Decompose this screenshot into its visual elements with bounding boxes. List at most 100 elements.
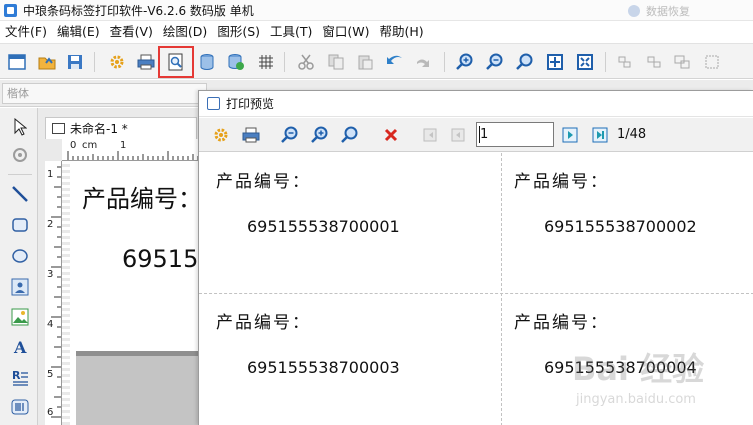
menu-tools[interactable]: 工具(T): [265, 21, 317, 43]
new-icon[interactable]: [4, 49, 30, 75]
zoom-fit-icon[interactable]: [512, 49, 538, 75]
ruler-label: 1: [120, 140, 127, 151]
select-arrow-icon[interactable]: [9, 116, 30, 137]
preview-label-text: 产品编号：: [514, 313, 609, 333]
print-preview-window: 打印预览 1 1/48 产品编号： 695155538700001 产品编号： …: [198, 90, 753, 425]
document-tab-label: 未命名-1 *: [70, 122, 128, 136]
next-page-icon[interactable]: [558, 123, 582, 147]
print-settings-icon[interactable]: [209, 123, 233, 147]
ruler-label: 3: [47, 269, 54, 280]
window-title: 中琅条码标签打印软件-V6.2.6 数码版 单机: [23, 3, 254, 18]
paste-icon[interactable]: [352, 49, 378, 75]
zoom-reset-icon[interactable]: [338, 123, 362, 147]
previous-page-icon[interactable]: [446, 123, 470, 147]
zoom-in-icon[interactable]: [308, 123, 332, 147]
ellipse-icon[interactable]: [9, 245, 30, 266]
canvas-text-label[interactable]: 产品编号：: [82, 179, 202, 214]
svg-text:A: A: [13, 338, 27, 356]
preview-label-value: 695155538700003: [247, 358, 400, 377]
document-icon: [52, 123, 65, 134]
zoom-out-icon[interactable]: [278, 123, 302, 147]
zoom-out-icon[interactable]: [482, 49, 508, 75]
close-preview-icon[interactable]: [379, 123, 403, 147]
rotate-icon[interactable]: [9, 144, 30, 165]
redo-icon[interactable]: [411, 49, 437, 75]
document-tab[interactable]: 未命名-1 *: [45, 117, 197, 139]
preview-window-icon: [207, 97, 220, 110]
ruler-label: 2: [47, 219, 54, 230]
label-divider-horizontal: [199, 293, 753, 294]
zoom-page-icon[interactable]: [542, 49, 568, 75]
ruler-label: 1: [47, 169, 54, 180]
preview-label-value: 695155538700001: [247, 217, 400, 236]
menu-shape[interactable]: 图形(S): [212, 21, 265, 43]
page-number-input[interactable]: 1: [476, 122, 554, 147]
menu-window[interactable]: 窗口(W): [317, 21, 374, 43]
last-page-icon[interactable]: [588, 123, 612, 147]
rectangle-icon[interactable]: [9, 214, 30, 235]
ruler-label: 0: [70, 140, 77, 151]
align-right-icon[interactable]: [669, 49, 695, 75]
align-center-icon[interactable]: [641, 49, 667, 75]
menu-edit[interactable]: 编辑(E): [52, 21, 105, 43]
left-tool-strip: A R: [0, 108, 38, 425]
ruler-label: 5: [47, 369, 54, 380]
background-window-label: 数据恢复: [646, 4, 690, 18]
open-icon[interactable]: [34, 49, 60, 75]
label-divider-vertical: [501, 153, 502, 425]
grid-icon[interactable]: [253, 49, 279, 75]
settings-icon[interactable]: [104, 49, 130, 75]
text-icon[interactable]: A: [9, 336, 30, 357]
preview-label-text: 产品编号：: [216, 172, 311, 192]
vertical-ruler: 1 2 3 4 5 6: [45, 161, 62, 425]
copy-icon[interactable]: [323, 49, 349, 75]
cut-icon[interactable]: [293, 49, 319, 75]
print-icon[interactable]: [133, 49, 159, 75]
ruler-label: 6: [47, 407, 54, 418]
page-count: 1/48: [617, 127, 647, 142]
background-app-icon: [628, 4, 640, 17]
database-icon[interactable]: [194, 49, 220, 75]
preview-label-value: 695155538700002: [544, 217, 697, 236]
barcode-icon[interactable]: [9, 396, 30, 417]
app-logo-icon: [4, 3, 17, 17]
menu-bar: 文件(F) 编辑(E) 查看(V) 绘图(D) 图形(S) 工具(T) 窗口(W…: [0, 21, 753, 43]
canvas-margin: [62, 161, 70, 425]
menu-view[interactable]: 查看(V): [105, 21, 158, 43]
group-icon[interactable]: [699, 49, 725, 75]
menu-draw[interactable]: 绘图(D): [158, 21, 212, 43]
preview-label-text: 产品编号：: [216, 313, 311, 333]
preview-page: 产品编号： 695155538700001 产品编号： 695155538700…: [199, 153, 753, 425]
ruler-label: 4: [47, 319, 54, 330]
zoom-all-icon[interactable]: [572, 49, 598, 75]
align-left-icon[interactable]: [612, 49, 638, 75]
font-family-input[interactable]: 楷体: [2, 83, 207, 104]
multiline-text-icon[interactable]: R: [9, 366, 30, 387]
print-preview-highlight: [158, 46, 194, 78]
print-preview-toolbar: 1 1/48: [199, 118, 753, 152]
horizontal-ruler: 0 cm 1: [62, 139, 202, 161]
label-canvas[interactable]: 产品编号： 69515: [62, 161, 202, 425]
title-bar: 中琅条码标签打印软件-V6.2.6 数码版 单机 数据恢复: [0, 0, 753, 21]
background-window-tab: 数据恢复: [628, 2, 690, 19]
svg-text:R: R: [12, 369, 21, 382]
canvas-outside-area: [76, 351, 202, 425]
first-page-icon[interactable]: [418, 123, 442, 147]
picture-icon[interactable]: [9, 306, 30, 327]
image-icon[interactable]: [9, 276, 30, 297]
save-icon[interactable]: [62, 49, 88, 75]
ruler-unit-label: cm: [82, 140, 98, 151]
menu-help[interactable]: 帮助(H): [375, 21, 429, 43]
print-icon[interactable]: [239, 123, 263, 147]
main-toolbar: [0, 43, 753, 79]
menu-file[interactable]: 文件(F): [0, 21, 52, 43]
zoom-in-icon[interactable]: [452, 49, 478, 75]
line-icon[interactable]: [9, 183, 30, 204]
database-settings-icon[interactable]: [223, 49, 249, 75]
canvas-text-value[interactable]: 69515: [122, 245, 198, 273]
preview-label-text: 产品编号：: [514, 172, 609, 192]
print-preview-title: 打印预览: [226, 97, 275, 111]
preview-label-value: 695155538700004: [544, 358, 697, 377]
print-preview-title-bar: 打印预览: [199, 91, 753, 117]
undo-icon[interactable]: [382, 49, 408, 75]
